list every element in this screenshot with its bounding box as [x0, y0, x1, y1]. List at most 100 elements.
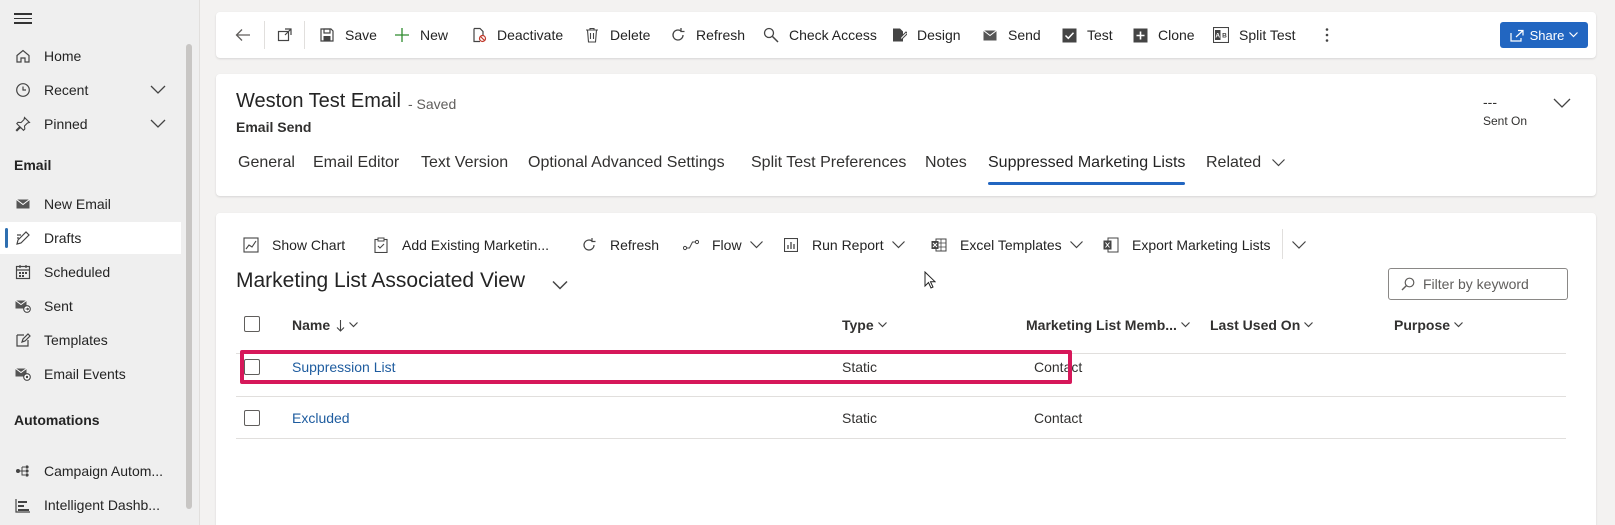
sidebar-item-drafts[interactable]: Drafts	[0, 222, 181, 254]
check-access-button[interactable]: Check Access	[762, 12, 877, 58]
row-divider	[236, 438, 1566, 439]
sidebar-item-label: Drafts	[44, 230, 82, 246]
split-test-button[interactable]: AB Split Test	[1212, 12, 1296, 58]
refresh-label: Refresh	[696, 27, 746, 43]
test-button[interactable]: Test	[1060, 12, 1113, 58]
more-commands-button[interactable]	[1318, 12, 1345, 58]
delete-button[interactable]: Delete	[583, 12, 650, 58]
more-grid-commands-button[interactable]	[1292, 231, 1306, 259]
save-button[interactable]: Save	[318, 12, 377, 58]
back-arrow-icon	[234, 26, 252, 44]
flow-icon	[14, 462, 32, 480]
chart-icon	[242, 236, 260, 254]
refresh-icon	[580, 236, 598, 254]
sidebar-item-campaign-automation[interactable]: Campaign Autom...	[0, 455, 181, 487]
column-header-type[interactable]: Type	[842, 317, 887, 333]
chevron-down-icon	[749, 241, 763, 249]
sidebar-item-sent[interactable]: Sent	[0, 290, 181, 322]
chevron-down-icon	[891, 241, 905, 249]
chevron-down-icon	[1454, 322, 1463, 328]
home-icon	[14, 47, 32, 65]
view-selector-chevron-icon[interactable]	[552, 277, 568, 293]
open-new-window-button[interactable]	[276, 12, 303, 58]
share-label: Share	[1529, 27, 1565, 43]
clock-icon	[14, 81, 32, 99]
share-button[interactable]: Share	[1500, 22, 1588, 48]
dashboard-icon	[14, 496, 32, 514]
split-test-icon: AB	[1212, 26, 1230, 44]
hamburger-menu-icon[interactable]	[14, 10, 32, 26]
column-header-member-type[interactable]: Marketing List Memb...	[1026, 317, 1190, 333]
deactivate-button[interactable]: Deactivate	[470, 12, 563, 58]
divider	[264, 21, 265, 49]
tab-suppressed-marketing-lists[interactable]: Suppressed Marketing Lists	[988, 154, 1186, 190]
new-button[interactable]: New	[393, 12, 448, 58]
mouse-pointer-icon	[924, 270, 937, 292]
trash-icon	[583, 26, 601, 44]
grid-refresh-button[interactable]: Refresh	[580, 231, 659, 259]
chevron-down-icon	[1271, 154, 1285, 172]
record-title: Weston Test Email	[236, 90, 401, 112]
filter-by-keyword-input[interactable]: Filter by keyword	[1388, 268, 1568, 300]
row-name-link[interactable]: Excluded	[292, 410, 350, 426]
export-label: Export Marketing Lists	[1132, 237, 1271, 253]
sidebar-item-scheduled[interactable]: Scheduled	[0, 256, 181, 288]
sidebar-item-recent[interactable]: Recent	[0, 74, 181, 106]
design-button[interactable]: Design	[890, 12, 961, 58]
test-label: Test	[1087, 27, 1113, 43]
highlight-box	[240, 350, 1072, 384]
sort-descending-icon	[336, 319, 345, 332]
svg-text:B: B	[1222, 33, 1227, 40]
export-marketing-lists-button[interactable]: Export Marketing Lists	[1102, 231, 1271, 259]
show-chart-button[interactable]: Show Chart	[242, 231, 345, 259]
tab-text-version[interactable]: Text Version	[421, 154, 508, 190]
delete-label: Delete	[610, 27, 651, 43]
run-report-button[interactable]: Run Report	[782, 231, 905, 259]
tab-notes[interactable]: Notes	[925, 154, 967, 190]
sidebar-item-templates[interactable]: Templates	[0, 324, 181, 356]
tab-email-editor[interactable]: Email Editor	[313, 154, 399, 190]
header-expand-chevron-icon[interactable]	[1553, 96, 1571, 112]
divider	[304, 21, 305, 49]
excel-templates-label: Excel Templates	[960, 237, 1062, 253]
add-existing-button[interactable]: Add Existing Marketin...	[372, 231, 549, 259]
clone-button[interactable]: Clone	[1131, 12, 1195, 58]
column-header-label: Marketing List Memb...	[1026, 317, 1177, 333]
record-entity-name: Email Send	[236, 119, 312, 135]
tab-general[interactable]: General	[238, 154, 295, 190]
magnifier-icon	[762, 26, 780, 44]
send-button[interactable]: Send	[981, 12, 1041, 58]
sidebar-item-pinned[interactable]: Pinned	[0, 108, 181, 140]
refresh-button[interactable]: Refresh	[669, 12, 745, 58]
tab-related[interactable]: Related	[1206, 154, 1285, 190]
chevron-down-icon[interactable]	[150, 83, 166, 100]
save-icon	[318, 26, 336, 44]
command-bar: Save New Deactivate Delete Refresh Check…	[216, 12, 1596, 58]
section-title-email: Email	[14, 157, 52, 173]
send-label: Send	[1008, 27, 1041, 43]
chevron-down-icon	[1304, 322, 1314, 328]
tab-optional-advanced-settings[interactable]: Optional Advanced Settings	[528, 154, 725, 190]
tab-split-test-preferences[interactable]: Split Test Preferences	[751, 154, 906, 190]
flow-button[interactable]: Flow	[682, 231, 763, 259]
mail-icon	[14, 195, 32, 213]
sidebar-item-new-email[interactable]: New Email	[0, 188, 181, 220]
select-all-checkbox[interactable]	[244, 316, 260, 332]
sidebar-item-email-events[interactable]: Email Events	[0, 358, 181, 390]
sidebar-item-intelligent-dashboard[interactable]: Intelligent Dashb...	[0, 489, 181, 521]
column-header-name[interactable]: Name	[292, 317, 359, 333]
section-title-automations: Automations	[14, 412, 100, 428]
flow-icon	[682, 236, 700, 254]
sidebar-item-label: Campaign Autom...	[44, 463, 164, 479]
chevron-down-icon[interactable]	[150, 117, 166, 134]
column-header-purpose[interactable]: Purpose	[1394, 317, 1463, 333]
sidebar-item-label: Recent	[44, 82, 89, 98]
sidebar-item-home[interactable]: Home	[0, 40, 181, 72]
sidebar-item-label: New Email	[44, 196, 111, 212]
clone-label: Clone	[1158, 27, 1195, 43]
back-button[interactable]	[234, 12, 261, 58]
excel-templates-button[interactable]: Excel Templates	[930, 231, 1083, 259]
row-checkbox[interactable]	[244, 410, 260, 426]
sidebar-scrollbar[interactable]	[186, 44, 192, 509]
column-header-last-used-on[interactable]: Last Used On	[1210, 317, 1314, 333]
